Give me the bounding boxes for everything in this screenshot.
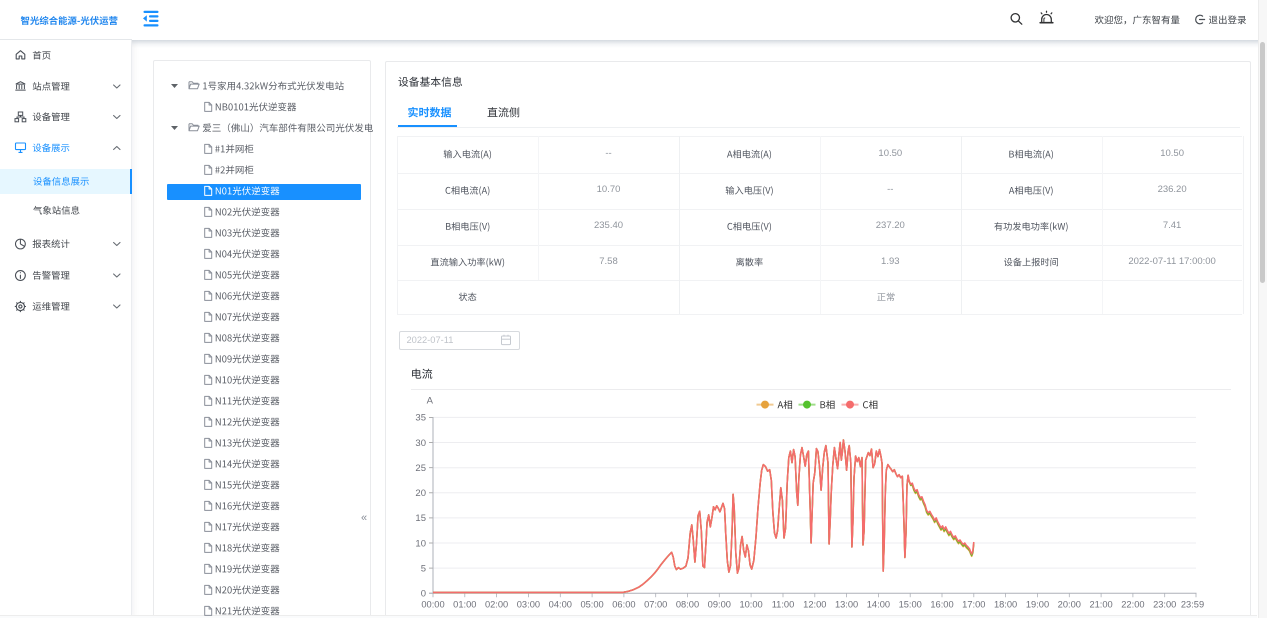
svg-text:23:59: 23:59 [1181,600,1204,610]
svg-text:19:00: 19:00 [1026,600,1049,610]
svg-text:04:00: 04:00 [549,600,572,610]
svg-text:18:00: 18:00 [994,600,1017,610]
svg-text:03:00: 03:00 [517,600,540,610]
svg-text:01:00: 01:00 [453,600,476,610]
svg-text:02:00: 02:00 [485,600,508,610]
svg-text:5: 5 [421,563,426,574]
svg-text:00:00: 00:00 [421,600,444,610]
svg-text:15:00: 15:00 [899,600,922,610]
svg-text:30: 30 [415,438,426,449]
svg-text:06:00: 06:00 [612,600,635,610]
svg-text:13:00: 13:00 [835,600,858,610]
svg-text:21:00: 21:00 [1089,600,1112,610]
svg-text:35: 35 [415,413,426,424]
svg-text:16:00: 16:00 [930,600,953,610]
svg-text:12:00: 12:00 [803,600,826,610]
svg-text:10:00: 10:00 [739,600,762,610]
svg-text:15: 15 [415,513,426,524]
svg-text:17:00: 17:00 [962,600,985,610]
svg-text:22:00: 22:00 [1121,600,1144,610]
svg-text:14:00: 14:00 [867,600,890,610]
svg-text:23:00: 23:00 [1153,600,1176,610]
svg-text:11:00: 11:00 [772,600,795,610]
svg-text:25: 25 [415,463,426,474]
svg-text:10: 10 [415,538,426,549]
svg-text:09:00: 09:00 [708,600,731,610]
svg-text:20:00: 20:00 [1058,600,1081,610]
svg-text:A: A [427,396,434,407]
svg-text:05:00: 05:00 [580,600,603,610]
svg-text:08:00: 08:00 [676,600,699,610]
svg-text:07:00: 07:00 [644,600,667,610]
svg-text:0: 0 [421,589,426,600]
svg-text:20: 20 [415,488,426,499]
